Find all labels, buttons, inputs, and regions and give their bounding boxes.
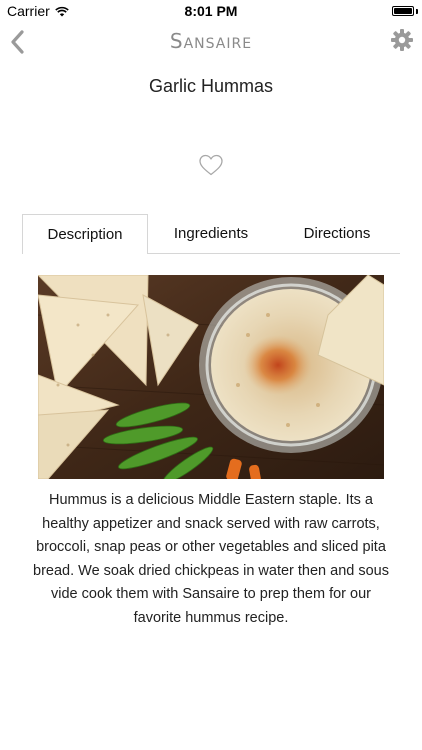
recipe-title: Garlic Hummas bbox=[148, 76, 273, 96]
gear-icon[interactable] bbox=[390, 28, 414, 52]
tab-description[interactable]: Description bbox=[22, 214, 148, 254]
tab-ingredients[interactable]: Ingredients bbox=[148, 214, 274, 254]
battery-fill bbox=[394, 8, 412, 14]
tab-directions[interactable]: Directions bbox=[274, 214, 400, 254]
status-time: 8:01 PM bbox=[184, 3, 238, 19]
brand-logo: Sansaire bbox=[169, 29, 253, 53]
status-bar: Carrier 8:01 PM bbox=[0, 0, 422, 22]
recipe-description: Hummus is a delicious Middle Eastern sta… bbox=[33, 492, 389, 626]
battery-tip bbox=[416, 9, 418, 14]
navigation-bar: Sansaire bbox=[0, 22, 422, 64]
heart-outline-icon[interactable] bbox=[198, 153, 224, 177]
battery-icon bbox=[392, 6, 414, 16]
recipe-tabs: Description Ingredients Directions bbox=[22, 214, 400, 254]
recipe-photo bbox=[38, 275, 384, 479]
